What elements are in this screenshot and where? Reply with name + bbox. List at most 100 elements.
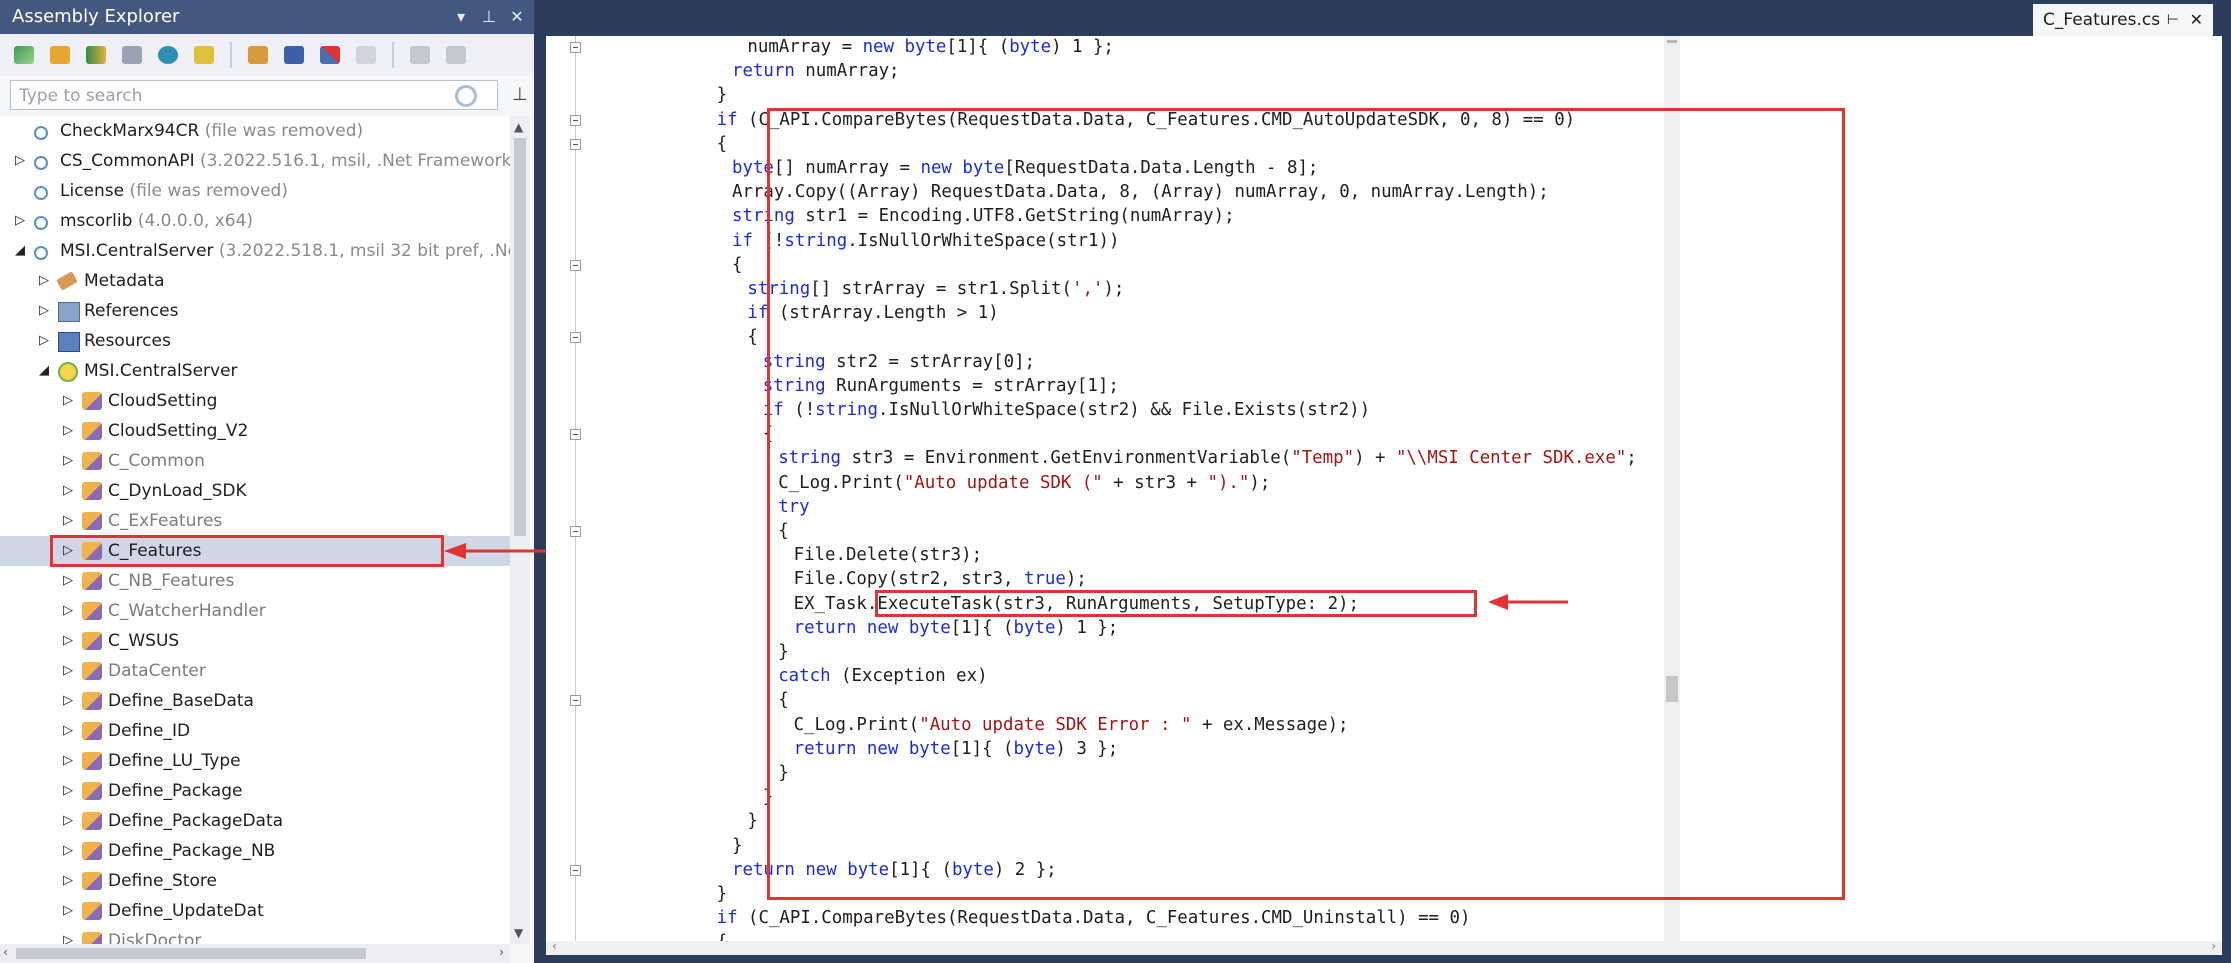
open-folder-button[interactable] <box>46 41 74 69</box>
scroll-up-icon[interactable]: ▲ <box>514 120 523 134</box>
tree-item[interactable]: ▷ Define_Store <box>0 866 510 896</box>
tree-item-label: Define_Store <box>108 866 217 896</box>
tree-item[interactable]: ▷ Resources <box>0 326 510 356</box>
expand-arrow-icon[interactable]: ▷ <box>12 206 28 236</box>
expand-arrow-icon[interactable]: ▷ <box>60 446 76 476</box>
fold-toggle-icon[interactable] <box>570 114 581 126</box>
fold-toggle-icon[interactable] <box>570 864 581 876</box>
tree-item[interactable]: ▷ Define_Package_NB <box>0 836 510 866</box>
tab-c-features-cs[interactable]: C_Features.cs ⊢ ✕ <box>2033 4 2213 36</box>
expand-arrow-icon[interactable]: ▷ <box>60 776 76 806</box>
expand-arrow-icon[interactable]: ▷ <box>60 506 76 536</box>
expand-arrow-icon[interactable]: ▷ <box>60 626 76 656</box>
open-assembly-button[interactable] <box>10 41 38 69</box>
open-symbol-button[interactable] <box>190 41 218 69</box>
tree-item[interactable]: ▷ mscorlib (4.0.0.0, x64) <box>0 206 510 236</box>
fold-toggle-icon[interactable] <box>570 138 581 150</box>
editor-horizontal-scrollbar[interactable]: ‹ › <box>546 939 2222 955</box>
fold-toggle-icon[interactable] <box>570 42 581 53</box>
expand-arrow-icon[interactable]: ▷ <box>60 596 76 626</box>
expand-arrow-icon[interactable]: ▷ <box>36 326 52 356</box>
tree-item[interactable]: ▷ C_DynLoad_SDK <box>0 476 510 506</box>
tree-item[interactable]: ▷ Metadata <box>0 266 510 296</box>
expand-arrow-icon[interactable]: ▷ <box>36 266 52 296</box>
tree-item[interactable]: ▷ Define_UpdateDat <box>0 896 510 926</box>
class-icon <box>82 902 102 920</box>
expand-arrow-icon[interactable]: ▷ <box>60 386 76 416</box>
expand-arrow-icon[interactable]: ▷ <box>60 866 76 896</box>
tree-item[interactable]: ▷ CloudSetting <box>0 386 510 416</box>
fold-toggle-icon[interactable] <box>570 526 581 537</box>
expand-arrow-icon[interactable]: ▷ <box>60 476 76 506</box>
tree-item[interactable]: ▷ C_Common <box>0 446 510 476</box>
scroll-right-icon[interactable]: › <box>499 945 504 959</box>
new-list-button[interactable] <box>244 41 272 69</box>
tree-item-name: Metadata <box>84 271 165 291</box>
scroll-left-icon[interactable]: ‹ <box>3 945 8 959</box>
collapse-arrow-icon[interactable]: ◢ <box>12 236 28 266</box>
code-text: { <box>778 521 789 541</box>
tree-vertical-scrollbar[interactable]: ▲ ▼ <box>510 116 530 944</box>
editor-vertical-scrollbar[interactable] <box>1664 36 1680 955</box>
dropdown-icon[interactable]: ▾ <box>450 0 472 34</box>
tree-item[interactable]: ▷ C_WSUS <box>0 626 510 656</box>
expand-arrow-icon[interactable]: ▷ <box>60 746 76 776</box>
scrollbar-thumb[interactable] <box>1666 676 1678 702</box>
scroll-left-icon[interactable]: ‹ <box>552 939 557 953</box>
collapse-arrow-icon[interactable]: ◢ <box>36 356 52 386</box>
expand-arrow-icon[interactable]: ▷ <box>60 806 76 836</box>
clear-button[interactable] <box>352 41 380 69</box>
expand-arrow-icon[interactable]: ▷ <box>60 416 76 446</box>
expand-arrow-icon[interactable]: ▷ <box>60 836 76 866</box>
tree-item[interactable]: ▷ CS_CommonAPI (3.2022.516.1, msil, .Net … <box>0 146 510 176</box>
tree-item[interactable]: ▷ DataCenter <box>0 656 510 686</box>
fold-toggle-icon[interactable] <box>570 259 581 271</box>
tree-item[interactable]: ◢ MSI.CentralServer <box>0 356 510 386</box>
search-input[interactable]: Type to search <box>10 80 498 110</box>
expand-arrow-icon[interactable]: ▷ <box>60 686 76 716</box>
fold-toggle-icon[interactable] <box>570 695 581 707</box>
scrollbar-thumb[interactable] <box>514 138 526 536</box>
tree-item[interactable]: ▷ Define_BaseData <box>0 686 510 716</box>
expand-arrow-icon[interactable]: ▷ <box>60 926 76 944</box>
expand-arrow-icon[interactable]: ▷ <box>60 566 76 596</box>
scroll-down-icon[interactable]: ▼ <box>514 926 523 940</box>
pin-icon[interactable]: ⊥ <box>478 0 500 34</box>
fold-toggle-icon[interactable] <box>570 332 581 344</box>
open-nuget-button[interactable] <box>118 41 146 69</box>
tree-item[interactable]: ▷ C_ExFeatures <box>0 506 510 536</box>
close-icon[interactable]: ✕ <box>506 0 528 34</box>
tree-item[interactable]: ▷ C_NB_Features <box>0 566 510 596</box>
tab-pin-icon[interactable]: ⊢ <box>2167 4 2179 36</box>
tree-item[interactable]: ▷ Define_Package <box>0 776 510 806</box>
open-process-button[interactable] <box>154 41 182 69</box>
tree-item[interactable]: CheckMarx94CR (file was removed) <box>0 116 510 146</box>
tree-item[interactable]: License (file was removed) <box>0 176 510 206</box>
expand-arrow-icon[interactable]: ▷ <box>60 656 76 686</box>
tree-item[interactable]: ▷ C_WatcherHandler <box>0 596 510 626</box>
expand-arrow-icon[interactable]: ▷ <box>12 146 28 176</box>
expand-arrow-icon[interactable]: ▷ <box>60 716 76 746</box>
expand-arrow-icon[interactable]: ▷ <box>60 896 76 926</box>
remove-button[interactable] <box>316 41 344 69</box>
open-from-gac-button[interactable] <box>82 41 110 69</box>
tree-item[interactable]: ▷ DiskDoctor <box>0 926 510 944</box>
scroll-right-icon[interactable]: › <box>2211 939 2216 953</box>
tree-item[interactable]: ▷ Define_ID <box>0 716 510 746</box>
export-button[interactable] <box>406 41 434 69</box>
tree-item[interactable]: ▷ Define_LU_Type <box>0 746 510 776</box>
tree-item[interactable]: ◢ MSI.CentralServer (3.2022.518.1, msil 3… <box>0 236 510 266</box>
pin-search-icon[interactable]: ⊥ <box>512 84 528 105</box>
tab-close-icon[interactable]: ✕ <box>2190 4 2203 36</box>
save-list-button[interactable] <box>280 41 308 69</box>
search-icon[interactable] <box>455 85 477 107</box>
tree-horizontal-scrollbar[interactable]: ‹ › <box>0 944 510 963</box>
fold-toggle-icon[interactable] <box>570 429 581 441</box>
tree-item[interactable]: ▷ Define_PackageData <box>0 806 510 836</box>
tree-item[interactable]: ▷ References <box>0 296 510 326</box>
expand-arrow-icon[interactable]: ▷ <box>36 296 52 326</box>
scrollbar-thumb[interactable] <box>16 948 366 959</box>
code-editor[interactable]: numArray = new byte[1]{ (byte) 1 }; retur… <box>546 36 2222 955</box>
tree-item[interactable]: ▷ CloudSetting_V2 <box>0 416 510 446</box>
export-pdb-button[interactable] <box>442 41 470 69</box>
